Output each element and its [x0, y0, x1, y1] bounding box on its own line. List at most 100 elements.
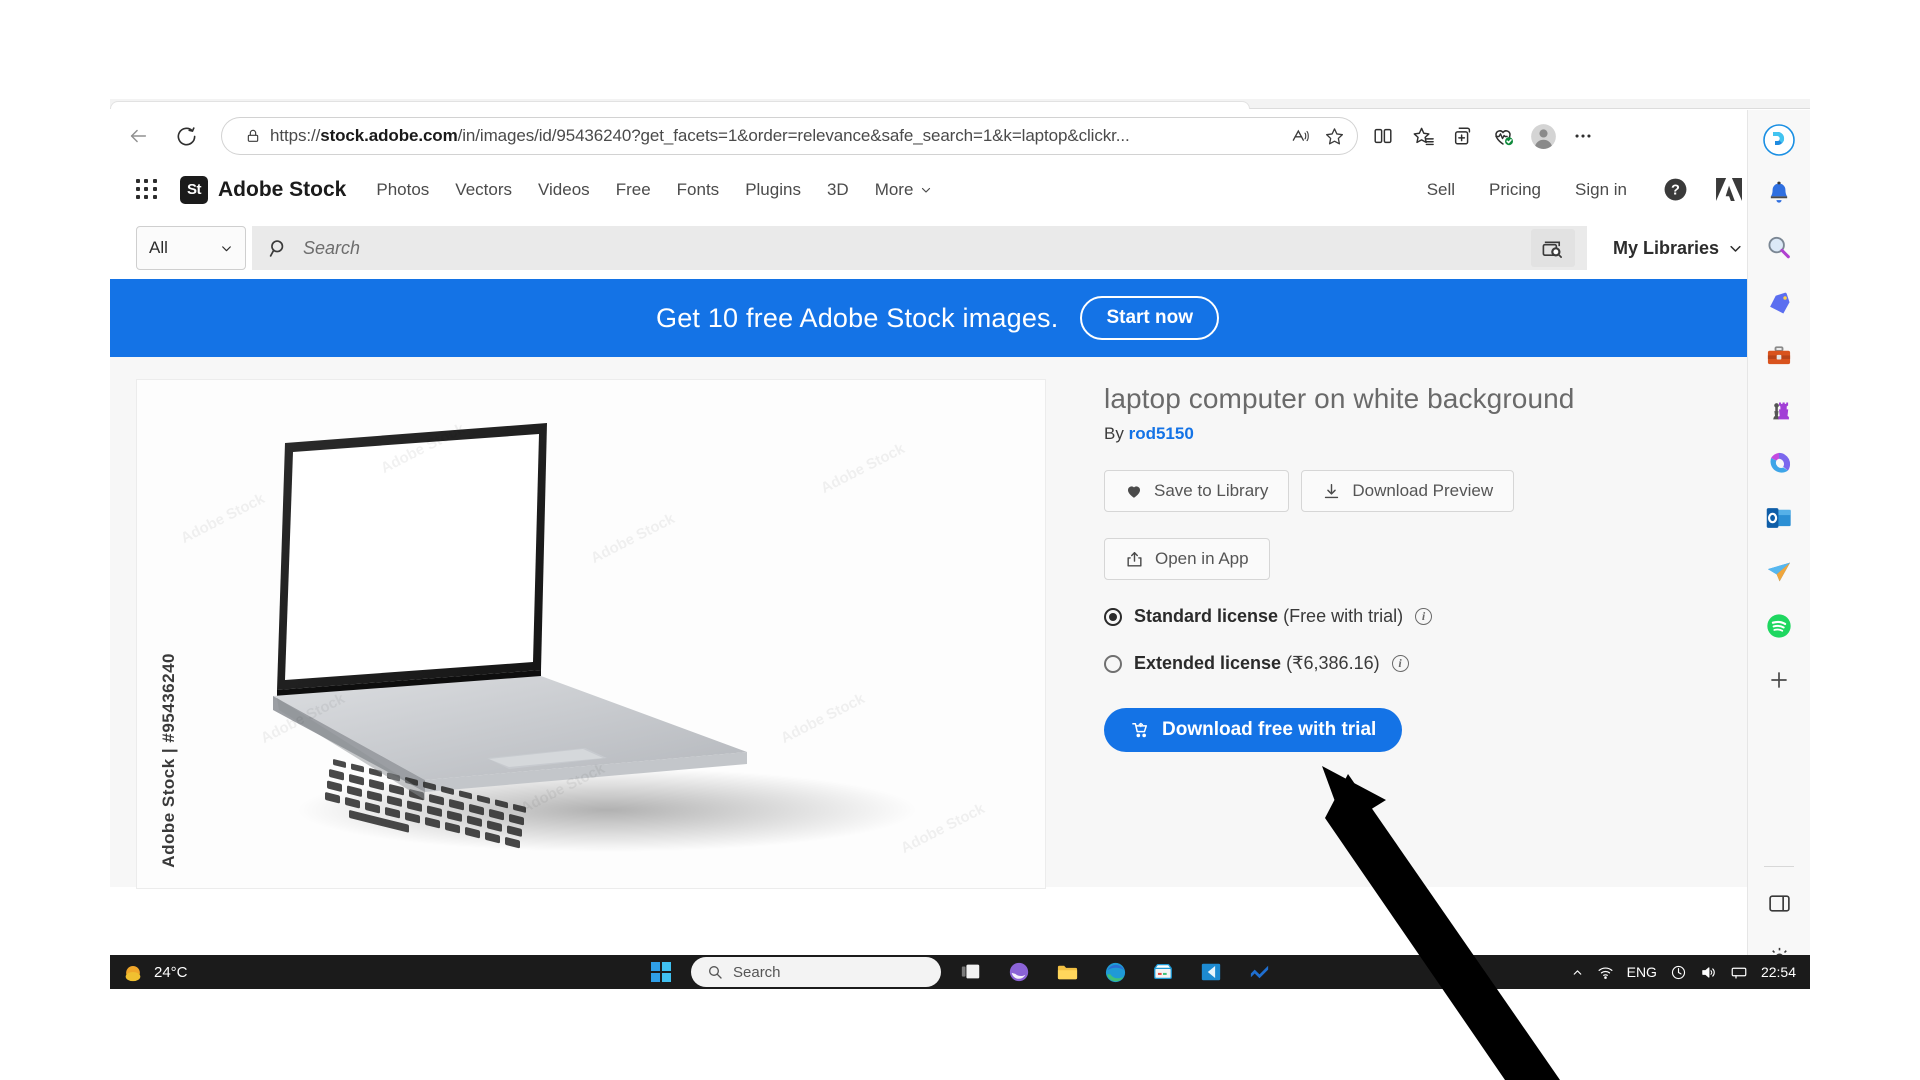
nav-item-videos[interactable]: Videos — [538, 180, 590, 200]
radio-standard-license[interactable] — [1104, 607, 1122, 626]
heart-icon — [1128, 486, 1140, 498]
search-category-select[interactable]: All — [136, 226, 246, 270]
address-bar[interactable]: https://stock.adobe.com/in/images/id/954… — [222, 118, 1357, 154]
more-options-icon[interactable] — [1563, 118, 1603, 154]
split-screen-icon[interactable] — [1363, 118, 1403, 154]
add-sidebar-app-icon[interactable] — [1757, 658, 1801, 702]
nav-item-more-label: More — [874, 179, 914, 199]
tray-clock[interactable]: 22:54 — [1761, 964, 1796, 980]
nav-item-signin[interactable]: Sign in — [1575, 180, 1627, 200]
search-category-value: All — [149, 238, 168, 257]
search-icon[interactable] — [1757, 226, 1801, 270]
nav-item-3d[interactable]: 3D — [827, 180, 849, 200]
read-aloud-icon[interactable] — [1283, 121, 1317, 151]
download-free-with-trial-button[interactable]: Download free with trial — [1104, 708, 1403, 752]
volume-icon[interactable] — [1700, 964, 1717, 981]
asset-detail-content: Adobe Stock Adobe Stock Adobe Stock Adob… — [110, 357, 1765, 889]
battery-icon[interactable] — [1670, 964, 1687, 981]
save-to-library-label: Save to Library — [1154, 481, 1269, 500]
adobe-logo-icon[interactable] — [1716, 177, 1743, 202]
vs-code-icon[interactable] — [1193, 956, 1229, 988]
star-favorite-icon[interactable] — [1317, 121, 1351, 151]
asset-preview-image[interactable]: Adobe Stock Adobe Stock Adobe Stock Adob… — [136, 379, 1046, 889]
taskbar-center-group: Search — [643, 956, 1277, 988]
my-libraries-button[interactable]: My Libraries — [1613, 238, 1743, 259]
show-hidden-icons-icon[interactable] — [1571, 966, 1584, 979]
nav-item-plugins[interactable]: Plugins — [745, 180, 801, 200]
spotify-icon[interactable] — [1757, 604, 1801, 648]
nav-item-vectors[interactable]: Vectors — [455, 180, 512, 200]
browser-essentials-icon[interactable] — [1483, 118, 1523, 154]
asset-byline: By rod5150 — [1104, 424, 1743, 444]
weather-temperature: 24°C — [154, 963, 188, 981]
profile-avatar-icon[interactable] — [1523, 118, 1563, 154]
svg-text:?: ? — [1671, 183, 1680, 199]
sidebar-divider — [1764, 866, 1794, 867]
network-icon[interactable] — [1730, 963, 1748, 981]
license-option-standard[interactable]: Standard license (Free with trial) i — [1104, 606, 1743, 627]
refresh-button[interactable] — [166, 118, 206, 154]
asset-watermark-label: Adobe Stock | #95436240 — [159, 653, 178, 868]
my-libraries-label: My Libraries — [1612, 237, 1719, 258]
adobe-stock-logo-mark[interactable]: St — [180, 175, 208, 204]
tray-language[interactable]: ENG — [1627, 964, 1657, 980]
visual-search-camera-icon[interactable] — [1530, 229, 1575, 267]
windows-start-icon[interactable] — [643, 956, 679, 988]
notifications-bell-icon[interactable] — [1757, 172, 1801, 216]
favorites-icon[interactable] — [1403, 118, 1443, 154]
browser-toolbar: https://stock.adobe.com/in/images/id/954… — [110, 110, 1810, 162]
extended-license-label: Extended license (₹6,386.16) — [1134, 653, 1380, 674]
weather-widget[interactable]: 24°C — [122, 961, 188, 983]
microsoft-store-icon[interactable] — [1145, 956, 1181, 988]
shopping-tag-icon[interactable] — [1757, 280, 1801, 324]
nav-item-fonts[interactable]: Fonts — [677, 180, 720, 200]
open-in-app-button[interactable]: Open in App — [1104, 538, 1270, 580]
asset-action-buttons-row-1: Save to Library Download Preview — [1104, 470, 1743, 512]
nav-item-pricing[interactable]: Pricing — [1489, 180, 1541, 200]
info-icon[interactable]: i — [1391, 655, 1409, 672]
info-icon[interactable]: i — [1415, 608, 1433, 625]
browser-window: https://stock.adobe.com/in/images/id/954… — [110, 99, 1810, 989]
asset-title: laptop computer on white background — [1104, 383, 1575, 414]
download-preview-button[interactable]: Download Preview — [1301, 470, 1515, 512]
app-icon[interactable] — [1241, 956, 1277, 988]
taskbar-search-placeholder: Search — [733, 963, 781, 981]
author-link[interactable]: rod5150 — [1129, 424, 1194, 443]
outlook-icon[interactable] — [1757, 496, 1801, 540]
lock-icon — [236, 121, 270, 151]
copilot-icon[interactable] — [1757, 118, 1801, 162]
edge-sidebar — [1747, 110, 1810, 989]
search-input[interactable]: Search — [252, 226, 1587, 270]
tools-briefcase-icon[interactable] — [1757, 334, 1801, 378]
games-icon[interactable] — [1757, 388, 1801, 432]
wifi-icon[interactable] — [1597, 964, 1614, 981]
open-in-app-icon — [1127, 551, 1142, 567]
collections-icon[interactable] — [1443, 118, 1483, 154]
start-now-button[interactable]: Start now — [1080, 296, 1219, 340]
search-icon — [709, 966, 722, 979]
tab-strip — [110, 99, 1810, 109]
microsoft-365-icon[interactable] — [1757, 442, 1801, 486]
nav-item-free[interactable]: Free — [616, 180, 651, 200]
mail-icon[interactable] — [1757, 550, 1801, 594]
laptop-photo — [273, 423, 917, 852]
standard-license-name: Standard license — [1134, 606, 1279, 626]
save-to-library-button[interactable]: Save to Library — [1104, 470, 1290, 512]
active-tab[interactable] — [110, 101, 1250, 109]
taskbar-search-input[interactable]: Search — [691, 957, 941, 987]
nav-item-more[interactable]: More — [875, 180, 933, 200]
radio-extended-license[interactable] — [1104, 654, 1122, 673]
license-option-extended[interactable]: Extended license (₹6,386.16) i — [1104, 653, 1743, 674]
nav-item-photos[interactable]: Photos — [376, 180, 429, 200]
task-view-icon[interactable] — [953, 956, 989, 988]
back-button[interactable] — [118, 118, 158, 154]
file-explorer-icon[interactable] — [1049, 956, 1085, 988]
sidebar-toggle-icon[interactable] — [1757, 881, 1801, 925]
edge-copilot-icon[interactable] — [1001, 956, 1037, 988]
nav-item-sell[interactable]: Sell — [1427, 180, 1455, 200]
help-question-icon[interactable]: ? — [1663, 177, 1688, 202]
adobe-stock-logo-text[interactable]: Adobe Stock — [218, 178, 346, 202]
extended-license-name: Extended license — [1134, 653, 1282, 673]
microsoft-edge-icon[interactable] — [1097, 956, 1133, 988]
app-grid-icon[interactable] — [136, 178, 158, 201]
